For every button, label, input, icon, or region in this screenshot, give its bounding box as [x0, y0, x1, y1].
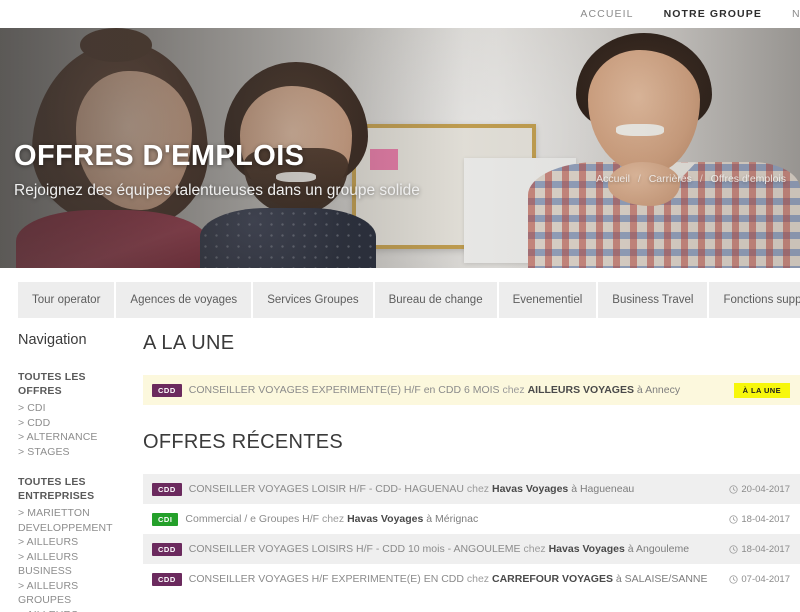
table-row[interactable]: CDD CONSEILLER VOYAGES H/F EXPERIMENTE(E…: [143, 564, 800, 594]
offer-title[interactable]: CONSEILLER VOYAGES H/F EXPERIMENTE(E) EN…: [189, 573, 730, 585]
offers-main-column: A LA UNE CDD CONSEILLER VOYAGES EXPERIME…: [128, 332, 800, 612]
sidebar-item-ailleurs-business[interactable]: > AILLEURS BUSINESS: [18, 550, 128, 579]
contract-badge: CDD: [152, 482, 182, 496]
offer-chez-label: chez: [502, 384, 525, 396]
offer-date-text: 18-04-2017: [741, 513, 790, 525]
offer-title[interactable]: Commercial / e Groupes H/F chez Havas Vo…: [185, 513, 729, 525]
topnav-item-accueil[interactable]: ACCUEIL: [580, 8, 633, 20]
clock-icon: [729, 544, 738, 554]
offer-company: Havas Voyages: [491, 483, 569, 495]
offer-date: 18-04-2017: [729, 514, 790, 525]
hero-banner: OFFRES D'EMPLOIS Rejoignez des équipes t…: [0, 28, 800, 268]
offer-date-text: 18-04-2017: [741, 543, 790, 555]
section-title-offres-recentes: OFFRES RÉCENTES: [143, 431, 344, 453]
sidebar-item-marietton-developpement[interactable]: > MARIETTON DEVELOPPEMENT: [18, 506, 128, 535]
offer-position: Commercial / e Groupes H/F: [185, 513, 320, 525]
sidebar-item-alternance[interactable]: > ALTERNANCE: [18, 430, 128, 445]
page-content: Navigation TOUTES LES OFFRES > CDI > CDD…: [0, 332, 800, 612]
sidebar-item-ailleurs[interactable]: > AILLEURS: [18, 535, 128, 550]
offer-date: 07-04-2017: [729, 574, 790, 585]
offer-city: à Hagueneau: [571, 483, 635, 495]
featured-offer-row[interactable]: CDD CONSEILLER VOYAGES EXPERIMENTE(E) H/…: [143, 375, 800, 405]
clock-icon: [729, 514, 738, 524]
offer-chez-label: chez: [321, 513, 345, 525]
table-row[interactable]: CDD CONSEILLER VOYAGES LOISIRS H/F - CDD…: [143, 534, 800, 564]
sidebar-group-entreprises: TOUTES LES ENTREPRISES > MARIETTON DEVEL…: [18, 475, 128, 612]
breadcrumb-item-accueil[interactable]: Accueil: [596, 173, 630, 185]
page-title: OFFRES D'EMPLOIS: [14, 140, 305, 172]
offer-title[interactable]: CONSEILLER VOYAGES EXPERIMENTE(E) H/F en…: [189, 384, 734, 396]
hero-text-block: OFFRES D'EMPLOIS Rejoignez des équipes t…: [14, 140, 420, 200]
tab-fonctions-supports[interactable]: Fonctions supports: [709, 282, 800, 318]
contract-badge: CDD: [152, 383, 182, 397]
breadcrumb-item-carrieres[interactable]: Carrières: [649, 173, 692, 185]
sidebar-group-offres: TOUTES LES OFFRES > CDI > CDD > ALTERNAN…: [18, 370, 128, 459]
top-navigation: ACCUEIL NOTRE GROUPE NOS: [0, 0, 800, 28]
status-badge-a-la-une: À LA UNE: [733, 382, 790, 398]
offer-company: AILLEURS VOYAGES: [527, 384, 634, 396]
sidebar-item-cdi[interactable]: > CDI: [18, 401, 128, 416]
offer-city: à Angouleme: [627, 543, 690, 555]
offer-position: CONSEILLER VOYAGES EXPERIMENTE(E) H/F en…: [188, 384, 500, 396]
offer-chez-label: chez: [466, 573, 490, 585]
offer-chez-label: chez: [466, 483, 490, 495]
sidebar-item-ailleurs-groupes[interactable]: > AILLEURS GROUPES: [18, 579, 128, 608]
sidebar-heading-toutes-les-offres: TOUTES LES OFFRES: [18, 371, 86, 397]
offer-city: à Mérignac: [426, 513, 479, 525]
table-row[interactable]: CDI Commercial / e Groupes H/F chez Hava…: [143, 504, 800, 534]
tab-tour-operator[interactable]: Tour operator: [18, 282, 117, 318]
offer-title[interactable]: CONSEILLER VOYAGES LOISIRS H/F - CDD 10 …: [189, 543, 730, 555]
sidebar-title: Navigation: [18, 332, 87, 348]
offer-date: 18-04-2017: [729, 544, 790, 555]
sidebar-heading-toutes-les-entreprises: TOUTES LES ENTREPRISES: [18, 476, 95, 502]
offer-position: CONSEILLER VOYAGES H/F EXPERIMENTE(E) EN…: [188, 573, 464, 585]
tab-business-travel[interactable]: Business Travel: [598, 282, 710, 318]
offer-title[interactable]: CONSEILLER VOYAGES LOISIR H/F - CDD- HAG…: [189, 483, 730, 495]
breadcrumb-item-offres-emplois: Offres d'emplois: [710, 173, 786, 185]
table-row[interactable]: CDD CONSEILLER VOYAGES LOISIR H/F - CDD-…: [143, 474, 800, 504]
sidebar-item-stages[interactable]: > STAGES: [18, 445, 128, 460]
offer-date-text: 20-04-2017: [741, 483, 790, 495]
topnav-item-nos[interactable]: NOS: [792, 8, 800, 20]
offer-date-text: 07-04-2017: [741, 573, 790, 585]
clock-icon: [729, 484, 738, 494]
offer-date: 20-04-2017: [729, 484, 790, 495]
breadcrumb-separator: /: [637, 173, 641, 185]
breadcrumb-separator: /: [699, 173, 703, 185]
topnav-item-notre-groupe[interactable]: NOTRE GROUPE: [664, 8, 762, 20]
contract-badge: CDD: [152, 572, 182, 586]
tab-evenementiel[interactable]: Evenementiel: [498, 282, 599, 318]
offer-company: CARREFOUR VOYAGES: [491, 573, 613, 585]
offer-company: Havas Voyages: [548, 543, 625, 555]
sidebar-navigation: Navigation TOUTES LES OFFRES > CDI > CDD…: [0, 332, 128, 612]
sidebar-item-cdd[interactable]: > CDD: [18, 416, 128, 431]
sidebar-item-ailleurs-voyages[interactable]: > AILLEURS VOYAGES: [18, 608, 128, 612]
offer-position: CONSEILLER VOYAGES LOISIRS H/F - CDD 10 …: [188, 543, 521, 555]
breadcrumb: Accueil / Carrières / Offres d'emplois: [596, 173, 786, 185]
offer-chez-label: chez: [523, 543, 546, 555]
page-subtitle: Rejoignez des équipes talentueuses dans …: [14, 182, 420, 199]
tab-agences-de-voyages[interactable]: Agences de voyages: [116, 282, 254, 318]
tab-bureau-de-change[interactable]: Bureau de change: [374, 282, 499, 318]
clock-icon: [729, 574, 738, 584]
offer-position: CONSEILLER VOYAGES LOISIR H/F - CDD- HAG…: [188, 483, 464, 495]
offer-city: à SALAISE/SANNE: [615, 573, 708, 585]
contract-badge: CDI: [152, 512, 179, 526]
section-title-a-la-une: A LA UNE: [143, 332, 235, 354]
offer-city: à Annecy: [636, 384, 681, 396]
contract-badge: CDD: [152, 542, 182, 556]
offer-company: Havas Voyages: [347, 513, 424, 525]
tab-services-groupes[interactable]: Services Groupes: [253, 282, 375, 318]
category-tab-bar: Tour operator Agences de voyages Service…: [18, 282, 800, 318]
